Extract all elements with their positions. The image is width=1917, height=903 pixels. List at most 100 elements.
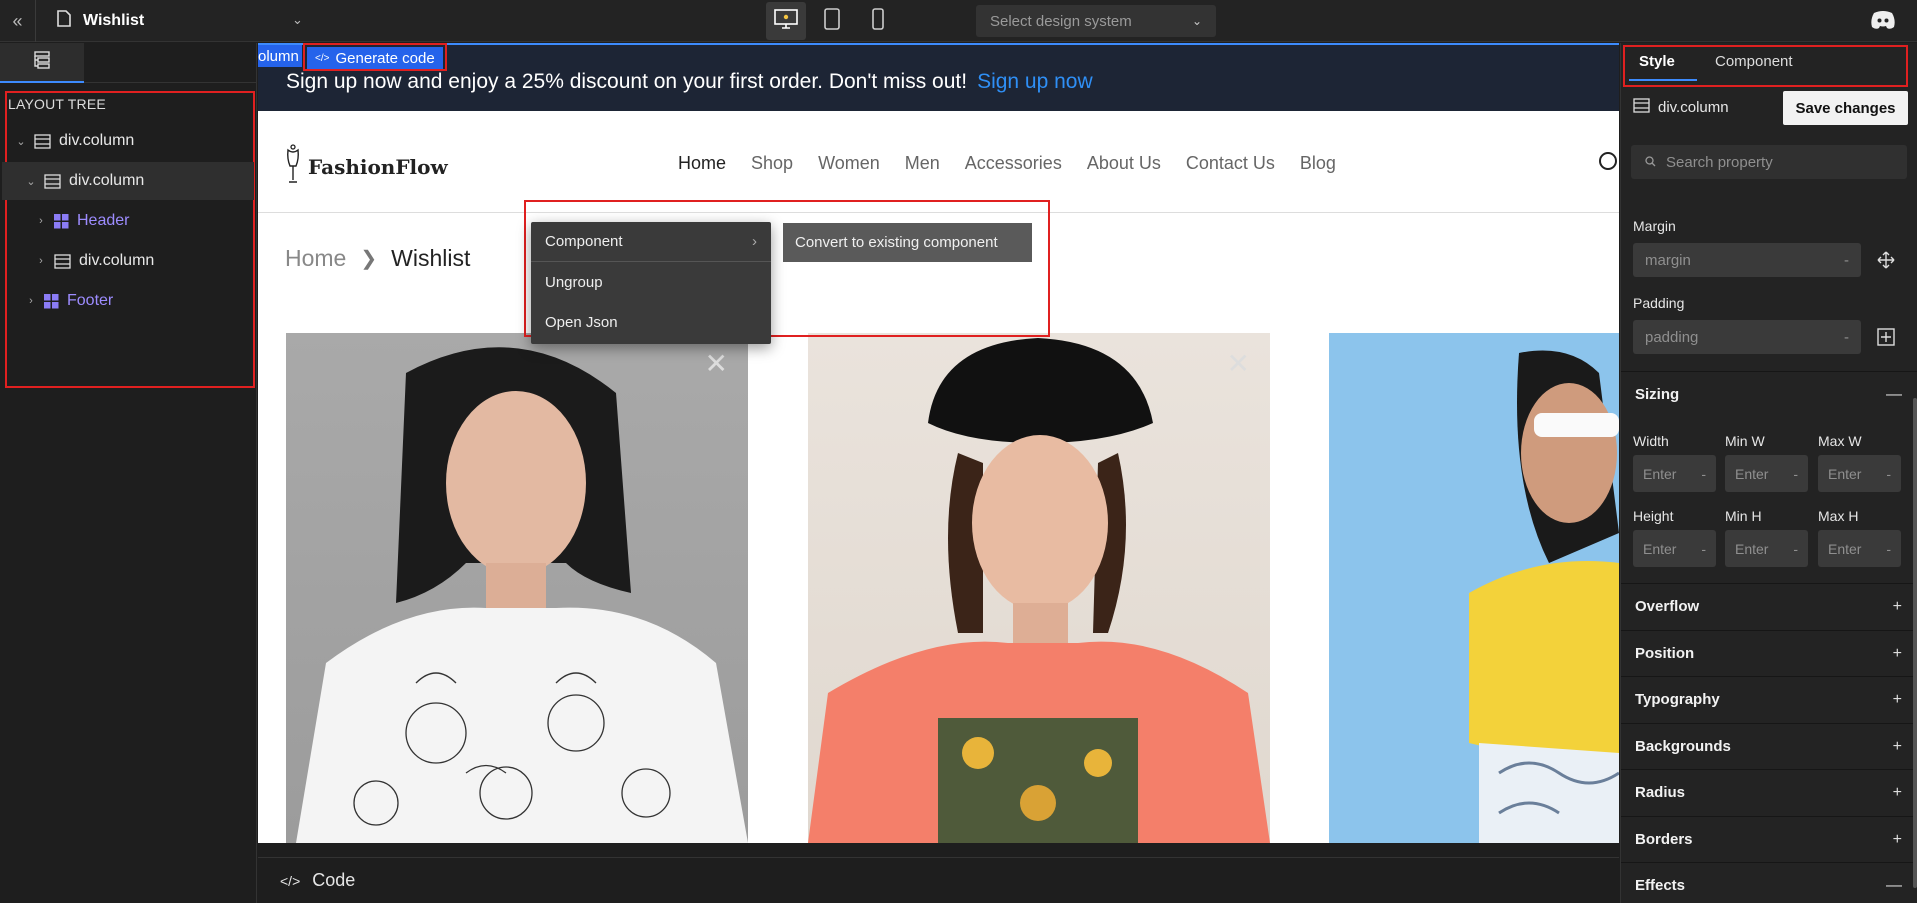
tree-item-label: div.column	[59, 132, 135, 149]
collapse-icon: —	[1886, 385, 1902, 403]
menu-item-label: Open Json	[545, 313, 618, 331]
save-changes-button[interactable]: Save changes	[1783, 91, 1908, 125]
nav-blog[interactable]: Blog	[1300, 153, 1336, 174]
section-title: Borders	[1635, 831, 1693, 848]
left-panel-tabs	[0, 43, 256, 83]
padding-box-icon[interactable]	[1877, 328, 1895, 351]
section-backgrounds[interactable]: Backgrounds +	[1621, 723, 1917, 769]
tree-item-div-column-selected[interactable]: ⌄ div.column	[2, 162, 254, 200]
generate-code-button[interactable]: </> Generate code	[307, 47, 443, 69]
product-photo-woman-white-tee	[296, 347, 748, 843]
mobile-icon	[872, 7, 884, 35]
section-title: Overflow	[1635, 598, 1700, 615]
code-panel-toggle[interactable]: </> Code	[258, 857, 1619, 903]
min-width-input[interactable]: Enter -	[1725, 455, 1808, 492]
panel-scrollbar[interactable]	[1913, 398, 1917, 888]
chevron-down-icon[interactable]: ⌄	[292, 12, 303, 28]
tree-item-div-column-root[interactable]: ⌄ div.column	[2, 122, 254, 160]
discord-icon[interactable]	[1870, 10, 1896, 35]
padding-input[interactable]: padding -	[1633, 320, 1861, 354]
menu-item-label: Component	[545, 233, 623, 250]
column-layout-icon	[34, 133, 51, 149]
expand-icon: +	[1892, 597, 1902, 615]
layout-tree-tab[interactable]	[0, 43, 84, 83]
section-sizing[interactable]: Sizing —	[1621, 371, 1917, 417]
page-selector[interactable]: Wishlist	[57, 0, 144, 42]
margin-input[interactable]: margin -	[1633, 243, 1861, 277]
chevron-down-icon[interactable]: ⌄	[14, 135, 28, 148]
context-menu: Component › Ungroup Open Json	[531, 222, 771, 344]
tab-component[interactable]: Component	[1715, 53, 1793, 70]
section-title: Effects	[1635, 877, 1686, 894]
code-icon: </>	[315, 52, 330, 64]
tree-item-label: Footer	[67, 292, 114, 309]
section-borders[interactable]: Borders +	[1621, 816, 1917, 862]
nav-about-us[interactable]: About Us	[1087, 153, 1161, 174]
chevron-down-icon[interactable]: ⌄	[24, 175, 38, 188]
tree-item-footer[interactable]: › Footer	[2, 282, 254, 320]
menu-item-component[interactable]: Component ›	[531, 222, 771, 262]
menu-item-convert-to-existing-component[interactable]: Convert to existing component	[783, 223, 1032, 262]
section-effects[interactable]: Effects —	[1621, 862, 1917, 903]
design-system-select[interactable]: Select design system ⌄	[976, 5, 1216, 37]
signup-link[interactable]: Sign up now	[977, 70, 1093, 93]
tree-item-div-column-child[interactable]: › div.column	[2, 242, 254, 280]
product-image-3[interactable]	[1329, 333, 1619, 843]
nav-shop[interactable]: Shop	[751, 153, 793, 174]
selection-tag[interactable]: olumn	[258, 45, 302, 67]
selection-tag-label: olumn	[258, 47, 299, 65]
chevron-right-icon[interactable]: ›	[34, 255, 48, 267]
section-radius[interactable]: Radius +	[1621, 769, 1917, 815]
max-height-label: Max H	[1818, 508, 1859, 524]
site-header: FashionFlow Home Shop Women Men Accessor…	[258, 111, 1619, 213]
tab-style[interactable]: Style	[1639, 53, 1675, 70]
remove-from-wishlist-icon[interactable]: ✕	[705, 347, 728, 380]
logo[interactable]: FashionFlow	[284, 144, 448, 189]
unit-dash: -	[1886, 465, 1891, 482]
menu-item-ungroup[interactable]: Ungroup	[531, 262, 771, 302]
design-canvas[interactable]: Sign up now and enjoy a 25% discount on …	[258, 43, 1619, 843]
chevron-right-icon[interactable]: ›	[24, 295, 38, 307]
section-typography[interactable]: Typography +	[1621, 676, 1917, 722]
section-overflow[interactable]: Overflow +	[1621, 583, 1917, 629]
search-icon[interactable]	[1598, 151, 1619, 180]
collapse-sidebar-button[interactable]: «	[0, 0, 36, 42]
nav-women[interactable]: Women	[818, 153, 880, 174]
chevron-right-icon[interactable]: ›	[34, 215, 48, 227]
tablet-view-button[interactable]	[812, 2, 852, 40]
nav-men[interactable]: Men	[905, 153, 940, 174]
placeholder: Enter	[1735, 465, 1769, 482]
placeholder: Enter	[1643, 465, 1677, 482]
menu-item-label: Convert to existing component	[795, 234, 998, 251]
code-label: Code	[312, 870, 356, 890]
breadcrumb-home[interactable]: Home	[285, 245, 346, 272]
desktop-icon	[774, 8, 798, 34]
section-position[interactable]: Position +	[1621, 630, 1917, 676]
margin-label: Margin	[1633, 218, 1676, 234]
product-image-1[interactable]: ✕	[286, 333, 748, 843]
nav-contact-us[interactable]: Contact Us	[1186, 153, 1275, 174]
max-width-input[interactable]: Enter -	[1818, 455, 1901, 492]
max-height-input[interactable]: Enter -	[1818, 530, 1901, 567]
min-height-input[interactable]: Enter -	[1725, 530, 1808, 567]
width-input[interactable]: Enter -	[1633, 455, 1716, 492]
page-file-icon	[57, 10, 71, 32]
expand-icon: +	[1892, 830, 1902, 848]
breadcrumb: Home ❯ Wishlist	[285, 245, 470, 272]
product-image-2[interactable]: ✕	[808, 333, 1270, 843]
height-input[interactable]: Enter -	[1633, 530, 1716, 567]
layers-icon	[32, 50, 52, 75]
section-title: Typography	[1635, 691, 1720, 708]
selected-element-name: div.column	[1658, 99, 1729, 116]
product-photo-woman-coral-tee	[808, 338, 1270, 843]
search-property-input[interactable]: Search property	[1631, 145, 1907, 179]
move-arrows-icon[interactable]	[1877, 251, 1895, 274]
remove-from-wishlist-icon[interactable]: ✕	[1227, 347, 1250, 380]
desktop-view-button[interactable]	[766, 2, 806, 40]
menu-item-open-json[interactable]: Open Json	[531, 302, 771, 342]
nav-accessories[interactable]: Accessories	[965, 153, 1062, 174]
tree-item-header[interactable]: › Header	[2, 202, 254, 240]
breadcrumb-current: Wishlist	[391, 245, 471, 271]
nav-home[interactable]: Home	[678, 153, 726, 174]
mobile-view-button[interactable]	[858, 2, 898, 40]
